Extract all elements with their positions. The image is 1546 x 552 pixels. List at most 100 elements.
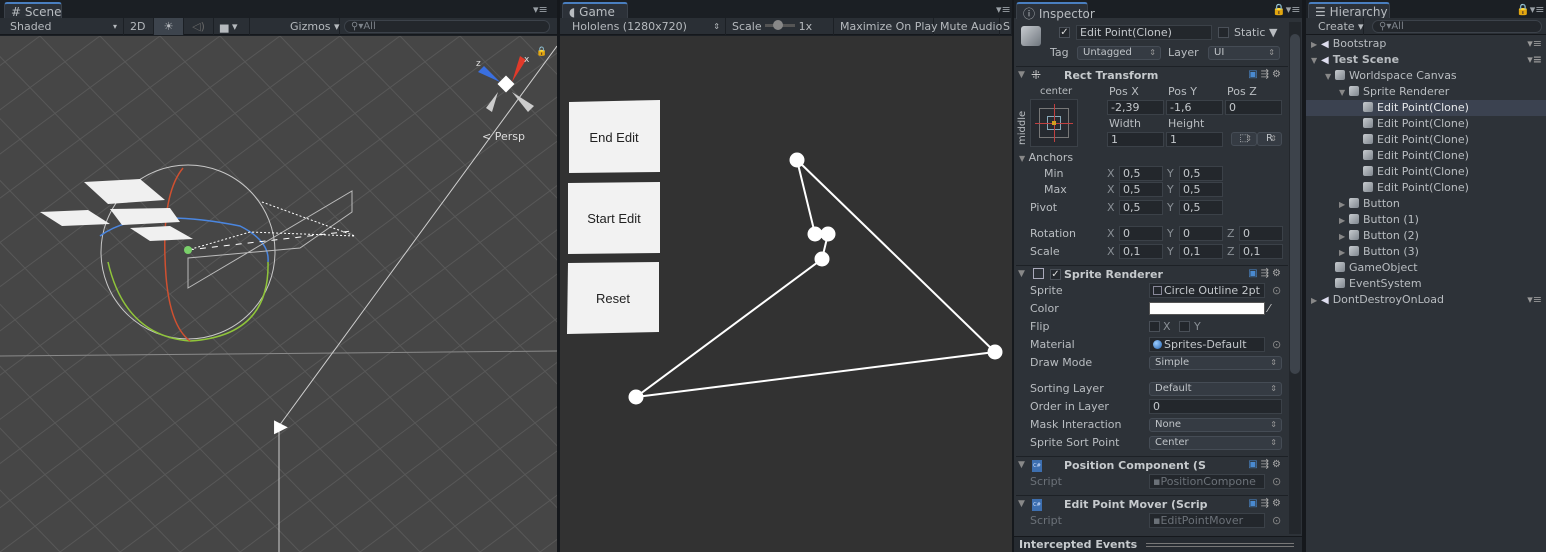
object-picker-icon[interactable]: ⊙: [1272, 514, 1281, 528]
object-picker-icon[interactable]: ⊙: [1272, 338, 1281, 352]
scale-x-input[interactable]: 0,1: [1119, 244, 1163, 259]
max-y-input[interactable]: 0,5: [1179, 182, 1223, 197]
rect-transform-header[interactable]: ▼ ⁜ Rect Transform ▣⇶⚙: [1016, 66, 1288, 84]
eyedropper-icon[interactable]: ⁄: [1268, 302, 1270, 316]
edit-point[interactable]: [628, 389, 644, 405]
game-viewport[interactable]: End Edit Start Edit Reset: [560, 36, 1012, 552]
static-checkbox[interactable]: [1218, 27, 1229, 38]
flip-y-checkbox[interactable]: [1179, 321, 1190, 332]
collapse-arrow-icon[interactable]: ▼: [1018, 460, 1025, 470]
layer-dropdown[interactable]: UI: [1208, 46, 1280, 60]
hierarchy-item[interactable]: Edit Point(Clone): [1306, 180, 1546, 196]
resolution-dropdown[interactable]: Hololens (1280x720) ⇕: [566, 18, 726, 35]
static-label[interactable]: Static ▼: [1234, 26, 1277, 40]
flip-x-checkbox[interactable]: [1149, 321, 1160, 332]
create-dropdown[interactable]: Create ▾: [1312, 18, 1364, 35]
sprite-renderer-header[interactable]: ▼ ✓ Sprite Renderer ▣⇶⚙: [1016, 265, 1288, 283]
min-x-input[interactable]: 0,5: [1119, 166, 1163, 181]
panel-menu-icon[interactable]: ▾≡: [996, 3, 1011, 16]
lock-menu-icon[interactable]: 🔒▾≡: [1516, 3, 1544, 16]
posy-input[interactable]: -1,6: [1166, 100, 1223, 115]
hierarchy-item[interactable]: ▶ Button (3): [1306, 244, 1546, 260]
hierarchy-item[interactable]: Edit Point(Clone): [1306, 164, 1546, 180]
tab-inspector[interactable]: ⓘ Inspector: [1016, 2, 1095, 21]
raw-edit-button[interactable]: R: [1257, 132, 1282, 146]
tab-scene[interactable]: # Scene: [4, 2, 62, 19]
collapse-arrow-icon[interactable]: ▶: [1339, 197, 1349, 213]
collapse-arrow-icon[interactable]: ▼: [1018, 70, 1025, 80]
scene-search-input[interactable]: ⚲▾All: [344, 20, 550, 33]
scene-menu-icon[interactable]: ▾≡: [1527, 292, 1542, 308]
object-picker-icon[interactable]: ⊙: [1272, 475, 1281, 489]
expand-arrow-icon[interactable]: ▼: [1311, 53, 1321, 69]
pivot-x-input[interactable]: 0,5: [1119, 200, 1163, 215]
collapse-arrow-icon[interactable]: ▶: [1339, 213, 1349, 229]
audio-toggle[interactable]: ◁): [184, 18, 214, 35]
expand-arrow-icon[interactable]: ▼: [1339, 85, 1349, 101]
rotation-y-input[interactable]: 0: [1179, 226, 1223, 241]
color-swatch[interactable]: [1149, 302, 1265, 315]
component-actions-icon[interactable]: ▣⇶⚙: [1248, 268, 1284, 279]
resize-handle[interactable]: [1146, 543, 1294, 547]
scale-slider[interactable]: Scale 1x: [726, 18, 834, 35]
component-actions-icon[interactable]: ▣⇶⚙: [1248, 459, 1284, 470]
component-actions-icon[interactable]: ▣⇶⚙: [1248, 498, 1284, 509]
edit-point[interactable]: [987, 344, 1003, 360]
scene-menu-icon[interactable]: ▾≡: [1527, 36, 1542, 52]
blueprint-mode-button[interactable]: ⬚: [1231, 132, 1257, 146]
mute-audio-toggle[interactable]: Mute Audio: [934, 18, 1002, 35]
component-actions-icon[interactable]: ▣⇶⚙: [1248, 69, 1284, 80]
hierarchy-item[interactable]: ▶ Button: [1306, 196, 1546, 212]
position-component-header[interactable]: ▼ C# Position Component (S ▣⇶⚙: [1016, 456, 1288, 474]
sortpoint-dropdown[interactable]: Center: [1149, 436, 1282, 450]
hierarchy-item[interactable]: Edit Point(Clone): [1306, 148, 1546, 164]
edit-point[interactable]: [814, 251, 830, 267]
panel-menu-icon[interactable]: ▾≡: [533, 3, 548, 16]
edit-point[interactable]: [789, 152, 805, 168]
active-checkbox[interactable]: ✓: [1059, 27, 1070, 38]
tag-dropdown[interactable]: Untagged: [1077, 46, 1161, 60]
hierarchy-item[interactable]: EventSystem: [1306, 276, 1546, 292]
scale-y-input[interactable]: 0,1: [1179, 244, 1223, 259]
posz-input[interactable]: 0: [1225, 100, 1282, 115]
hierarchy-item[interactable]: ▼ Worldspace Canvas: [1306, 68, 1546, 84]
collapse-arrow-icon[interactable]: ▶: [1339, 229, 1349, 245]
scene-viewport[interactable]: ▶ z x < Persp 🔒: [0, 36, 557, 552]
sprite-renderer-enabled-checkbox[interactable]: ✓: [1050, 269, 1061, 280]
scrollbar-thumb[interactable]: [1290, 34, 1300, 374]
expand-arrow-icon[interactable]: ▼: [1325, 69, 1335, 85]
stats-toggle[interactable]: S: [1000, 18, 1012, 35]
order-input[interactable]: 0: [1149, 399, 1282, 414]
rotation-x-input[interactable]: 0: [1119, 226, 1163, 241]
min-y-input[interactable]: 0,5: [1179, 166, 1223, 181]
anchors-foldout[interactable]: ▼ Anchors: [1019, 151, 1073, 166]
tab-hierarchy[interactable]: ☰ Hierarchy: [1308, 2, 1390, 19]
projection-label[interactable]: < Persp: [482, 130, 525, 143]
collapse-arrow-icon[interactable]: ▶: [1311, 37, 1321, 53]
collapse-arrow-icon[interactable]: ▶: [1311, 293, 1321, 309]
maximize-on-play-toggle[interactable]: Maximize On Play: [834, 18, 938, 35]
effects-dropdown[interactable]: ▅ ▾: [214, 18, 250, 35]
max-x-input[interactable]: 0,5: [1119, 182, 1163, 197]
height-input[interactable]: 1: [1166, 132, 1223, 147]
object-picker-icon[interactable]: ⊙: [1272, 284, 1281, 298]
posx-input[interactable]: -2,39: [1107, 100, 1164, 115]
sorting-dropdown[interactable]: Default: [1149, 382, 1282, 396]
collapse-arrow-icon[interactable]: ▼: [1018, 269, 1025, 279]
edit-point-mover-header[interactable]: ▼ C# Edit Point Mover (Scrip ▣⇶⚙: [1016, 495, 1288, 513]
edit-point[interactable]: [807, 226, 823, 242]
pivot-y-input[interactable]: 0,5: [1179, 200, 1223, 215]
shading-dropdown[interactable]: Shaded ▾: [4, 18, 124, 35]
drawmode-dropdown[interactable]: Simple: [1149, 356, 1282, 370]
object-name-input[interactable]: Edit Point(Clone): [1076, 25, 1212, 40]
material-object-field[interactable]: Sprites-Default: [1149, 337, 1265, 352]
width-input[interactable]: 1: [1107, 132, 1164, 147]
collapse-arrow-icon[interactable]: ▼: [1018, 499, 1025, 509]
scale-z-input[interactable]: 0,1: [1239, 244, 1283, 259]
hierarchy-item[interactable]: GameObject: [1306, 260, 1546, 276]
hierarchy-item[interactable]: Edit Point(Clone): [1306, 132, 1546, 148]
hierarchy-scene[interactable]: ▶ ◀ DontDestroyOnLoad ▾≡: [1306, 292, 1546, 308]
rotation-z-input[interactable]: 0: [1239, 226, 1283, 241]
edit-point[interactable]: [820, 226, 836, 242]
intercepted-events-bar[interactable]: Intercepted Events: [1014, 536, 1304, 552]
